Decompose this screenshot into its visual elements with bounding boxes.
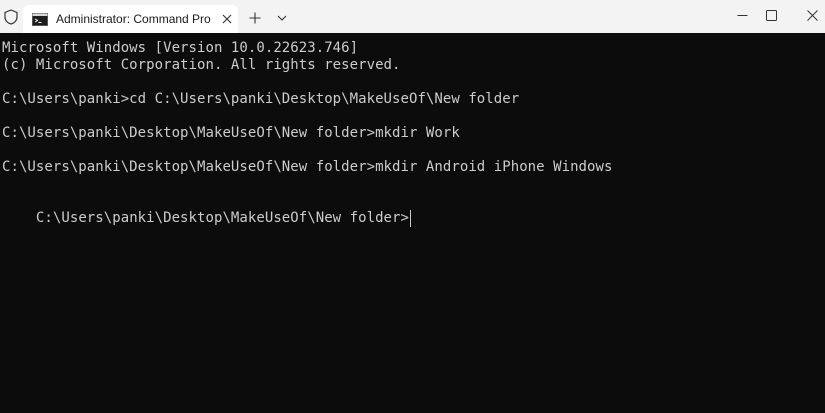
tab-title: Administrator: Command Pro	[56, 12, 211, 26]
console-prompt-line[interactable]: C:\Users\panki\Desktop\MakeUseOf\New fol…	[2, 193, 411, 244]
text-cursor	[410, 210, 411, 227]
console-line: C:\Users\panki\Desktop\MakeUseOf\New fol…	[2, 125, 460, 141]
maximize-icon	[765, 9, 777, 21]
minimize-icon	[737, 14, 747, 16]
new-tab-button[interactable]	[245, 8, 265, 28]
tab-dropdown-button[interactable]	[272, 8, 292, 28]
console-line: Microsoft Windows [Version 10.0.22623.74…	[2, 40, 359, 56]
console-prompt: C:\Users\panki\Desktop\MakeUseOf\New fol…	[35, 210, 409, 226]
shield-icon	[0, 7, 22, 27]
plus-icon	[249, 12, 261, 24]
window-close-icon	[806, 9, 818, 21]
console-line: (c) Microsoft Corporation. All rights re…	[2, 57, 401, 73]
chevron-down-icon	[277, 15, 287, 21]
window-close-button[interactable]	[789, 0, 825, 30]
console-output[interactable]: Microsoft Windows [Version 10.0.22623.74…	[0, 33, 825, 413]
close-icon[interactable]	[218, 10, 236, 28]
console-line: C:\Users\panki>cd C:\Users\panki\Desktop…	[2, 91, 520, 107]
console-line: C:\Users\panki\Desktop\MakeUseOf\New fol…	[2, 159, 613, 175]
title-bar: Administrator: Command Pro	[0, 0, 825, 33]
terminal-icon	[32, 12, 48, 26]
tab-command-prompt[interactable]: Administrator: Command Pro	[23, 5, 238, 33]
maximize-button[interactable]	[748, 0, 794, 30]
